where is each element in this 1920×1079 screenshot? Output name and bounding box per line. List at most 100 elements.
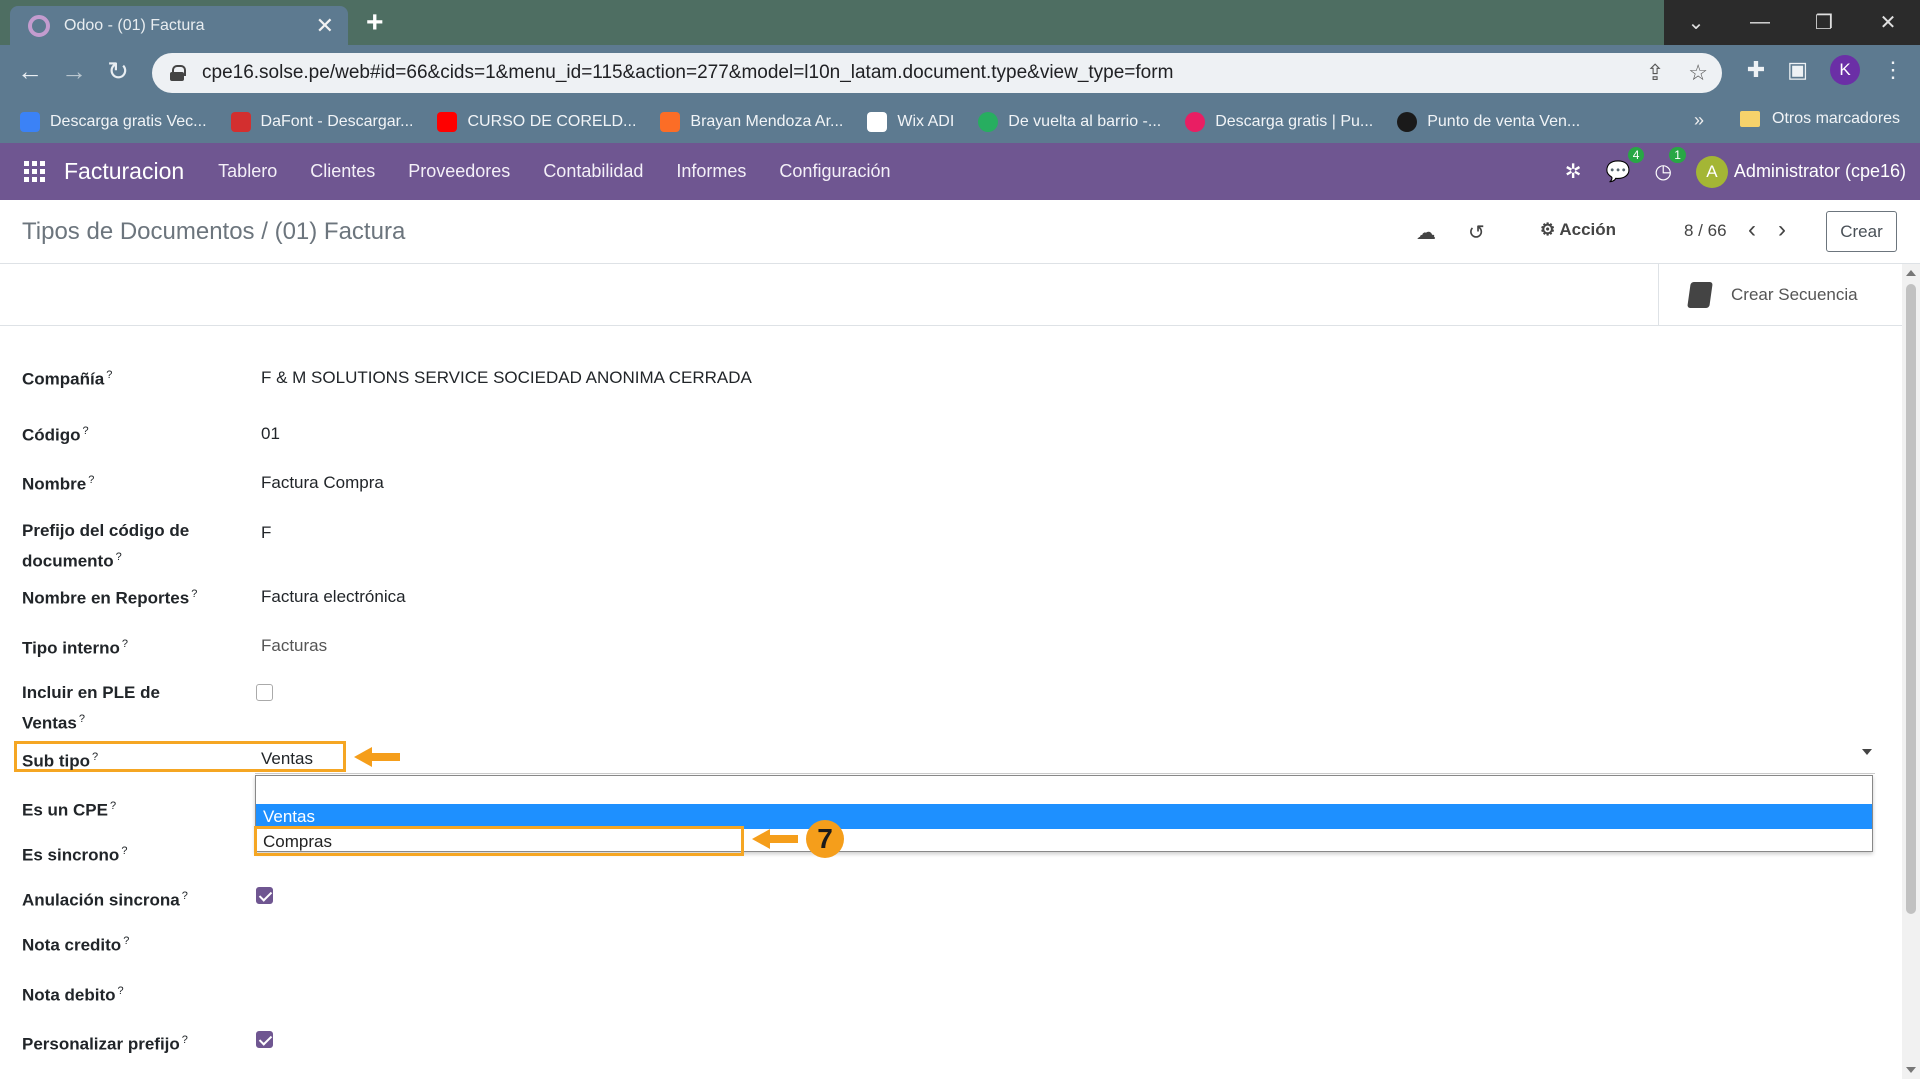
bookmark-star-icon[interactable]: ☆	[1688, 60, 1708, 86]
restore-button[interactable]: ❐	[1792, 0, 1856, 45]
label-include-ple: Incluir en PLE de Ventas?	[22, 683, 160, 733]
menu-proveedores[interactable]: Proveedores	[408, 161, 510, 182]
help-tooltip-icon[interactable]: ?	[191, 588, 197, 600]
help-tooltip-icon[interactable]: ?	[182, 890, 188, 902]
menu-tablero[interactable]: Tablero	[218, 161, 277, 182]
profile-avatar[interactable]: K	[1830, 55, 1860, 85]
create-button[interactable]: Crear	[1826, 211, 1897, 252]
help-tooltip-icon[interactable]: ?	[88, 474, 94, 486]
value-company[interactable]: F & M SOLUTIONS SERVICE SOCIEDAD ANONIMA…	[261, 366, 752, 390]
browser-tab[interactable]: Odoo - (01) Factura ✕	[10, 6, 348, 45]
page-scrollbar[interactable]	[1902, 264, 1920, 1079]
create-sequence-button[interactable]: Crear Secuencia	[1658, 264, 1902, 326]
share-icon[interactable]: ⇪	[1646, 60, 1664, 86]
address-bar[interactable]: cpe16.solse.pe/web#id=66&cids=1&menu_id=…	[152, 53, 1722, 93]
help-tooltip-icon[interactable]: ?	[92, 751, 98, 763]
label-code: Código?	[22, 425, 89, 445]
help-tooltip-icon[interactable]: ?	[79, 713, 85, 725]
value-code[interactable]: 01	[261, 422, 280, 446]
minimize-button[interactable]: —	[1728, 0, 1792, 45]
bookmark-item[interactable]: Descarga gratis | Pu...	[1185, 111, 1373, 132]
drop-icon	[1185, 111, 1206, 132]
navbar-systray: ✲ 💬 4 ◷ 1 A Administrator (cpe16)	[1565, 143, 1906, 200]
pager-next-icon[interactable]: ›	[1778, 216, 1786, 244]
help-tooltip-icon[interactable]: ?	[106, 369, 112, 381]
url-text[interactable]: cpe16.solse.pe/web#id=66&cids=1&menu_id=…	[202, 62, 1622, 84]
scroll-thumb[interactable]	[1906, 284, 1916, 914]
help-tooltip-icon[interactable]: ?	[122, 638, 128, 650]
bookmark-item[interactable]: CURSO DE CORELD...	[437, 111, 636, 132]
menu-informes[interactable]: Informes	[676, 161, 746, 182]
bookmark-item[interactable]: DaFont - Descargar...	[230, 111, 413, 132]
menu-configuracion[interactable]: Configuración	[779, 161, 890, 182]
bookmark-item[interactable]: Wix ADI	[867, 111, 954, 132]
bookmarks-overflow-icon[interactable]: »	[1694, 110, 1704, 131]
bookmark-item[interactable]: Brayan Mendoza Ar...	[660, 111, 843, 132]
menu-contabilidad[interactable]: Contabilidad	[543, 161, 643, 182]
extension-area: ✚ ▣ K ⋮	[1747, 55, 1904, 85]
bookmark-item[interactable]: Punto de venta Ven...	[1397, 111, 1580, 132]
bookmark-favicon-icon	[20, 111, 40, 132]
book-icon	[1687, 282, 1713, 308]
user-menu[interactable]: A Administrator (cpe16)	[1695, 155, 1906, 188]
breadcrumb-current: (01) Factura	[274, 218, 406, 245]
activity-clock-icon[interactable]: ◷ 1	[1654, 147, 1686, 184]
help-tooltip-icon[interactable]: ?	[118, 985, 124, 997]
lock-icon[interactable]	[170, 65, 186, 81]
value-name[interactable]: Factura Compra	[261, 471, 384, 495]
odoo-navbar: Facturacion Tablero Clientes Proveedores…	[0, 143, 1920, 200]
value-document-prefix[interactable]: F	[261, 521, 271, 545]
label-document-prefix: Prefijo del código de documento?	[22, 521, 190, 571]
breadcrumb-separator: /	[261, 218, 268, 245]
forward-icon[interactable]: →	[56, 53, 92, 89]
bookmark-item[interactable]: De vuelta al barrio -...	[978, 111, 1161, 132]
youtube-icon	[437, 111, 458, 132]
scroll-up-icon[interactable]	[1906, 270, 1916, 276]
subtype-select-underline	[255, 773, 1875, 774]
select-caret-icon[interactable]	[1862, 749, 1872, 755]
compras-highlight-box	[254, 826, 744, 856]
discard-undo-icon[interactable]: ↺	[1468, 220, 1485, 245]
menu-clientes[interactable]: Clientes	[310, 161, 375, 182]
scroll-down-icon[interactable]	[1906, 1067, 1916, 1073]
label-is-cpe: Es un CPE?	[22, 800, 117, 820]
value-report-name[interactable]: Factura electrónica	[261, 585, 406, 609]
breadcrumb-parent[interactable]: Tipos de Documentos	[22, 218, 255, 245]
label-debit-note: Nota debito?	[22, 985, 124, 1005]
bookmark-favicon-icon	[230, 111, 251, 132]
label-report-name: Nombre en Reportes?	[22, 588, 198, 608]
bookmark-item[interactable]: Descarga gratis Vec...	[20, 111, 207, 132]
kebab-menu-icon[interactable]: ⋮	[1882, 57, 1904, 83]
subtype-select-value[interactable]: Ventas	[261, 747, 313, 771]
help-tooltip-icon[interactable]: ?	[110, 800, 116, 812]
app-brand[interactable]: Facturacion	[64, 158, 184, 185]
custom-prefix-checkbox[interactable]	[256, 1031, 273, 1048]
close-tab-icon[interactable]: ✕	[316, 14, 334, 37]
other-bookmarks[interactable]: Otros marcadores	[1740, 110, 1900, 128]
help-tooltip-icon[interactable]: ?	[182, 1034, 188, 1046]
pager-value[interactable]: 8 / 66	[1684, 221, 1727, 241]
action-menu[interactable]: ⚙ Acción	[1540, 220, 1616, 240]
address-toolbar: ← → ↻ cpe16.solse.pe/web#id=66&cids=1&me…	[0, 45, 1920, 100]
help-tooltip-icon[interactable]: ?	[123, 935, 129, 947]
reload-icon[interactable]: ↻	[100, 53, 136, 89]
extensions-puzzle-icon[interactable]: ✚	[1747, 57, 1765, 83]
save-cloud-icon[interactable]: ☁	[1416, 220, 1436, 245]
sync-cancel-checkbox[interactable]	[256, 887, 273, 904]
bookmarks-bar: Descarga gratis Vec... DaFont - Descarga…	[0, 100, 1920, 143]
close-window-button[interactable]: ✕	[1856, 0, 1920, 45]
browser-tab-bar: Odoo - (01) Factura ✕ + ⌄ — ❐ ✕	[0, 0, 1920, 45]
help-tooltip-icon[interactable]: ?	[116, 551, 122, 563]
include-ple-checkbox[interactable]	[256, 684, 273, 701]
back-icon[interactable]: ←	[12, 53, 48, 89]
help-tooltip-icon[interactable]: ?	[83, 425, 89, 437]
side-panel-icon[interactable]: ▣	[1787, 57, 1808, 83]
new-tab-button[interactable]: +	[366, 6, 384, 40]
apps-grid-icon[interactable]	[24, 160, 46, 183]
tab-search-icon[interactable]: ⌄	[1664, 0, 1728, 45]
pager-prev-icon[interactable]: ‹	[1748, 216, 1756, 244]
help-tooltip-icon[interactable]: ?	[121, 845, 127, 857]
chat-icon[interactable]: 💬 4	[1606, 147, 1645, 184]
label-name: Nombre?	[22, 474, 95, 494]
debug-bug-icon[interactable]: ✲	[1565, 159, 1582, 184]
